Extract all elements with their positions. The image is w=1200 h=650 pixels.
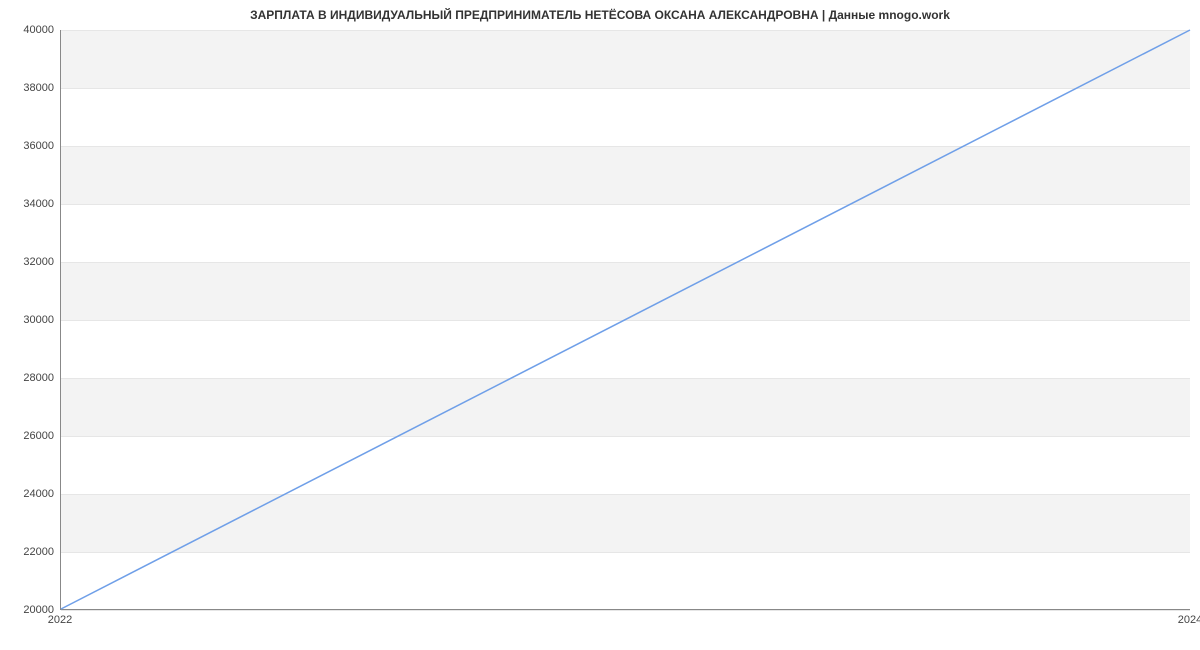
y-tick-label: 32000 <box>6 256 54 268</box>
line-series <box>61 30 1190 609</box>
y-tick-label: 36000 <box>6 140 54 152</box>
chart-container: ЗАРПЛАТА В ИНДИВИДУАЛЬНЫЙ ПРЕДПРИНИМАТЕЛ… <box>0 0 1200 650</box>
plot-area <box>60 30 1190 610</box>
y-tick-label: 38000 <box>6 82 54 94</box>
x-tick-label: 2024 <box>1178 614 1200 626</box>
x-tick-label: 2022 <box>48 614 72 626</box>
y-tick-label: 24000 <box>6 488 54 500</box>
data-line <box>61 30 1190 609</box>
y-tick-label: 34000 <box>6 198 54 210</box>
y-tick-label: 22000 <box>6 546 54 558</box>
y-tick-label: 40000 <box>6 24 54 36</box>
gridline <box>61 610 1190 611</box>
chart-title: ЗАРПЛАТА В ИНДИВИДУАЛЬНЫЙ ПРЕДПРИНИМАТЕЛ… <box>0 8 1200 22</box>
y-tick-label: 28000 <box>6 372 54 384</box>
y-tick-label: 26000 <box>6 430 54 442</box>
y-tick-label: 30000 <box>6 314 54 326</box>
